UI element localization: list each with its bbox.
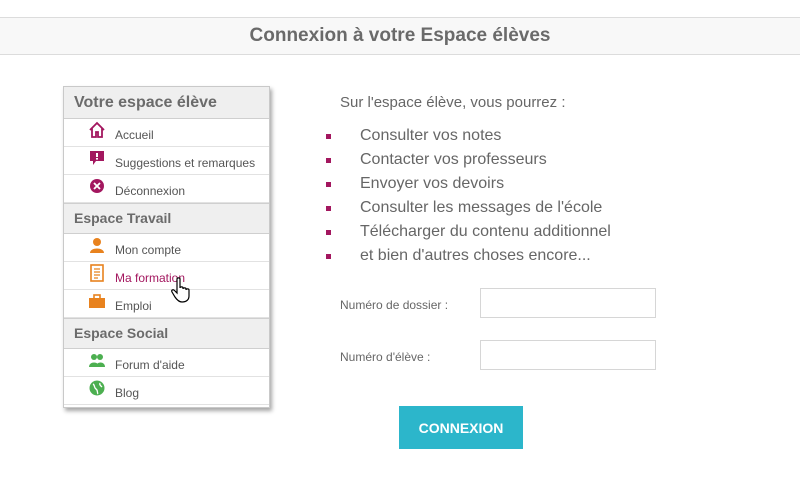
list-item: Envoyer vos devoirs [326,172,611,196]
menu-item-blog[interactable]: Blog [64,377,269,405]
bullet-icon [326,254,331,259]
dossier-label: Numéro de dossier : [340,298,449,312]
document-icon [88,263,106,282]
menu-item-label: Accueil [115,127,154,142]
list-item: Contacter vos professeurs [326,148,611,172]
home-icon [88,121,106,139]
menu-item-label: Mon compte [115,242,182,257]
list-item: Télécharger du contenu additionnel [326,220,611,244]
feature-text: Contacter vos professeurs [360,151,547,168]
menu-item-label: Déconnexion [115,183,186,198]
menu-item-suggestions[interactable]: Suggestions et remarques [64,147,269,175]
page-header: Connexion à votre Espace élèves [0,17,800,55]
feature-text: et bien d'autres choses encore... [360,247,591,264]
sidebar-menu: Votre espace élève Accueil Suggestions e… [63,86,270,408]
feature-text: Consulter vos notes [360,127,502,144]
list-item: Consulter les messages de l'école [326,196,611,220]
bullet-icon [326,182,331,187]
feature-text: Télécharger du contenu additionnel [360,223,611,240]
hand-cursor-icon [171,277,193,308]
page-title: Connexion à votre Espace élèves [249,25,551,46]
globe-icon [88,379,106,397]
features-list: Consulter vos notes Contacter vos profes… [326,124,611,268]
intro-text: Sur l'espace élève, vous pourrez : [340,94,566,111]
users-icon [88,351,106,369]
list-item: Consulter vos notes [326,124,611,148]
menu-section-social: Espace Social [64,318,269,349]
bullet-icon [326,230,331,235]
menu-item-label: Forum d'aide [115,357,185,372]
menu-item-ma-formation[interactable]: Ma formation [64,262,269,290]
eleve-label: Numéro d'élève : [340,350,431,364]
list-item: et bien d'autres choses encore... [326,244,611,268]
connexion-button[interactable]: CONNEXION [399,406,523,449]
menu-item-emploi[interactable]: Emploi [64,290,269,318]
menu-section-main: Votre espace élève [64,87,269,119]
feature-text: Consulter les messages de l'école [360,199,603,216]
menu-item-label: Blog [115,385,140,400]
bullet-icon [326,158,331,163]
menu-item-label: Emploi [115,298,152,313]
dossier-input[interactable] [480,288,656,318]
menu-item-mon-compte[interactable]: Mon compte [64,234,269,262]
user-icon [88,236,106,254]
menu-item-deconnexion[interactable]: Déconnexion [64,175,269,203]
menu-item-label: Suggestions et remarques [115,155,256,170]
speech-bubble-icon [88,149,106,167]
menu-section-work: Espace Travail [64,203,269,234]
menu-item-forum[interactable]: Forum d'aide [64,349,269,377]
briefcase-icon [88,292,106,310]
bullet-icon [326,206,331,211]
eleve-input[interactable] [480,340,656,370]
bullet-icon [326,134,331,139]
feature-text: Envoyer vos devoirs [360,175,505,192]
menu-item-accueil[interactable]: Accueil [64,119,269,147]
close-circle-icon [88,177,106,195]
